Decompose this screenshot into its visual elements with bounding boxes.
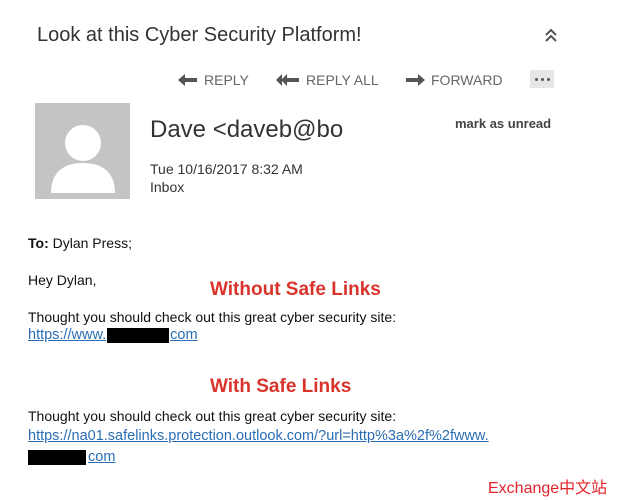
more-actions-button[interactable] xyxy=(530,70,554,88)
to-recipient: Dylan Press; xyxy=(52,235,132,251)
sender-name: Dave <daveb@bo xyxy=(150,116,344,143)
email-reading-pane: Look at this Cyber Security Platform! RE… xyxy=(0,0,631,500)
sent-date: Tue 10/16/2017 8:32 AM xyxy=(150,161,303,177)
reply-all-button[interactable]: REPLY ALL xyxy=(276,70,379,90)
greeting: Hey Dylan, xyxy=(28,272,97,288)
sender-avatar xyxy=(35,103,130,199)
recipients-line: To: Dylan Press; xyxy=(28,235,132,251)
reply-all-arrow-icon xyxy=(276,74,299,86)
body-line-without: Thought you should check out this great … xyxy=(28,309,397,325)
folder-label: Inbox xyxy=(150,179,185,195)
more-icon xyxy=(534,77,538,81)
reply-label: REPLY xyxy=(204,72,249,88)
reply-button[interactable]: REPLY xyxy=(178,70,249,90)
forward-arrow-icon xyxy=(406,74,425,86)
email-subject: Look at this Cyber Security Platform! xyxy=(37,24,362,46)
reply-all-label: REPLY ALL xyxy=(306,72,379,88)
redaction-bar xyxy=(28,449,86,465)
link-without-prefix: https://www. xyxy=(28,327,107,343)
collapse-icon[interactable] xyxy=(542,26,560,46)
link-with-safe-links-continued[interactable]: com xyxy=(28,449,115,465)
forward-button[interactable]: FORWARD xyxy=(405,70,503,90)
body-line-with: Thought you should check out this great … xyxy=(28,408,397,424)
reply-arrow-icon xyxy=(178,74,197,86)
caption-with-safe-links: With Safe Links xyxy=(210,376,352,397)
caption-without-safe-links: Without Safe Links xyxy=(210,279,381,300)
link-with-safe-links[interactable]: https://na01.safelinks.protection.outloo… xyxy=(28,428,489,444)
link-without-safe-links[interactable]: https://www. com xyxy=(28,327,198,343)
link-with-suffix: com xyxy=(88,449,116,465)
forward-label: FORWARD xyxy=(431,72,503,88)
redaction-bar xyxy=(107,327,170,343)
person-silhouette-icon xyxy=(51,125,115,193)
to-label: To: xyxy=(28,235,49,251)
link-without-suffix: com xyxy=(170,327,198,343)
watermark: Exchange中文站 xyxy=(488,480,608,497)
mark-as-unread-link[interactable]: mark as unread xyxy=(455,116,551,131)
